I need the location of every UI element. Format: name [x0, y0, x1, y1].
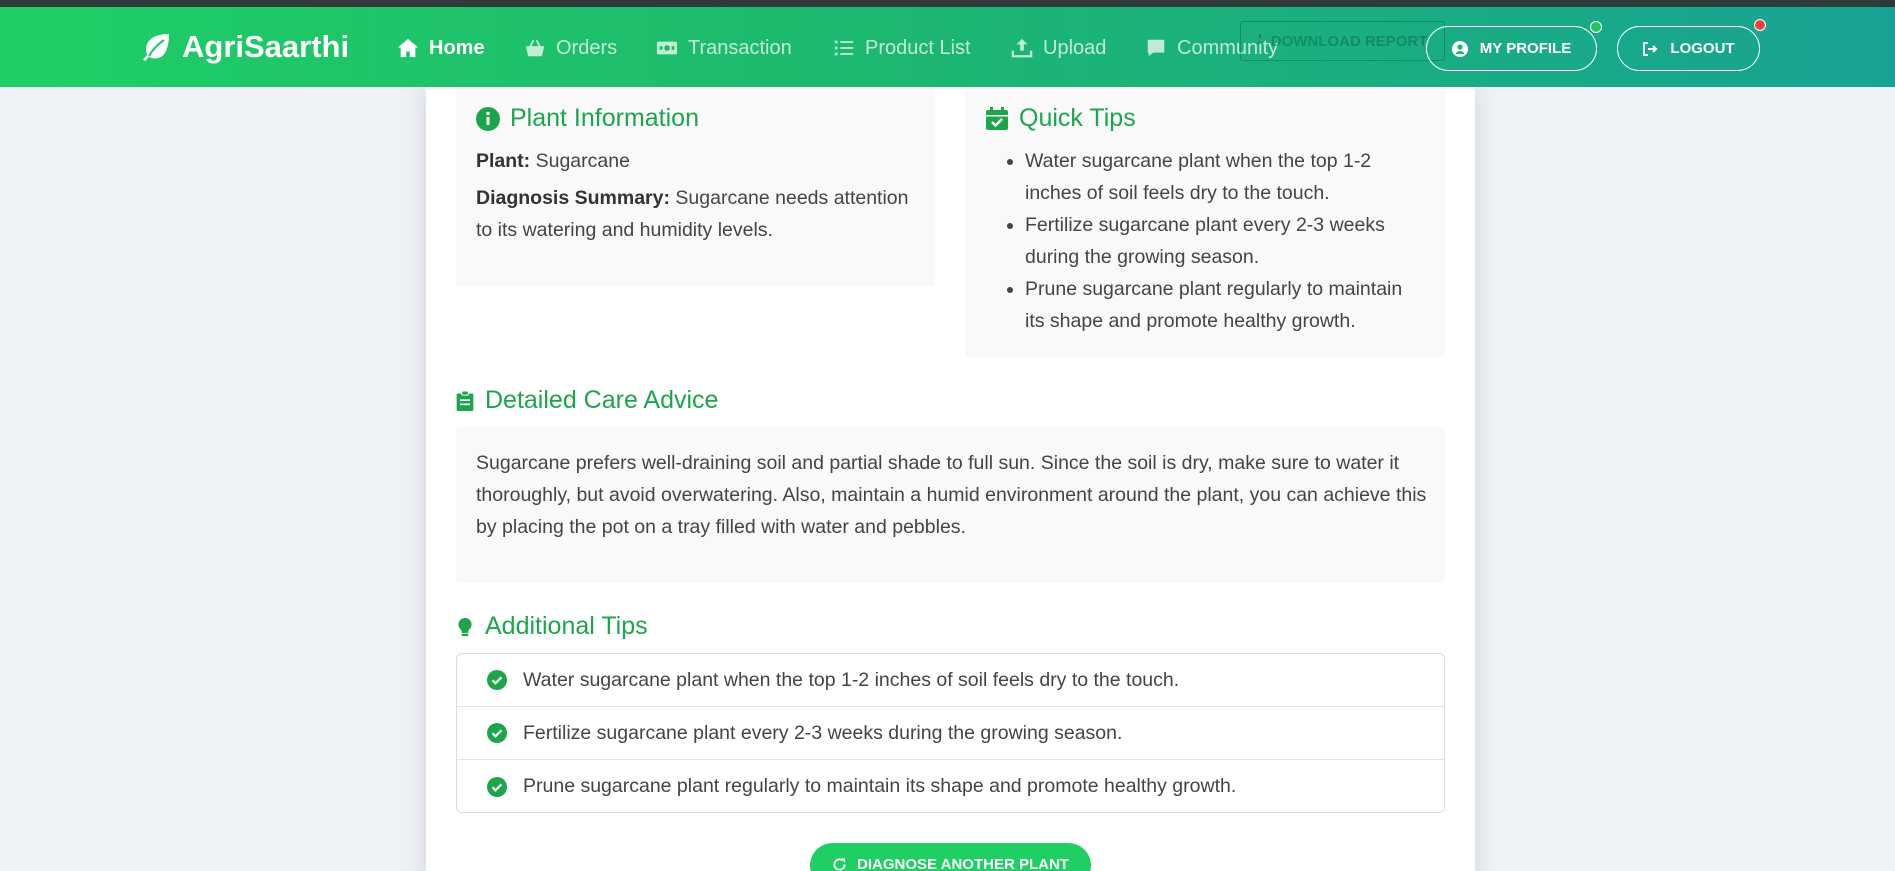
plant-info-title: Plant Information: [476, 104, 699, 133]
lightbulb-icon: [458, 617, 472, 636]
nav-item-label: Home: [429, 36, 485, 59]
download-icon: ⭳: [1257, 30, 1263, 48]
diagnose-another-label: DIAGNOSE ANOTHER PLANT: [857, 856, 1069, 871]
plant-label: Plant:: [476, 150, 531, 172]
tip-text: Fertilize sugarcane plant every 2-3 week…: [523, 721, 1123, 744]
table-row: Water sugarcane plant when the top 1-2 i…: [457, 654, 1444, 707]
list-item: Water sugarcane plant when the top 1-2 i…: [1025, 145, 1425, 209]
refresh-icon: [833, 858, 846, 871]
logout-status-dot: [1754, 19, 1766, 31]
info-circle-icon: [476, 106, 500, 131]
table-row: Fertilize sugarcane plant every 2-3 week…: [457, 707, 1444, 760]
plant-value: Sugarcane: [535, 150, 630, 172]
list-item: Fertilize sugarcane plant every 2-3 week…: [1025, 209, 1425, 273]
calendar-check-icon: [986, 106, 1008, 130]
diagnose-another-button[interactable]: DIAGNOSE ANOTHER PLANT: [810, 843, 1091, 871]
nav-item-label: Transaction: [688, 36, 792, 59]
leaf-icon: [143, 34, 169, 61]
brand-logo[interactable]: AgriSaarthi: [140, 27, 349, 67]
logout-button[interactable]: LOGOUT: [1617, 26, 1760, 71]
summary-label: Diagnosis Summary:: [476, 187, 670, 209]
nav-item-label: Upload: [1043, 36, 1107, 59]
basket-icon: [525, 39, 545, 57]
nav-item-upload[interactable]: Upload: [1011, 33, 1106, 63]
tip-text: Prune sugarcane plant regularly to maint…: [523, 775, 1237, 797]
diagnosis-summary: Diagnosis Summary: Sugarcane needs atten…: [476, 182, 926, 246]
quick-tips-title-text: Quick Tips: [1019, 104, 1136, 132]
care-advice-title-text: Detailed Care Advice: [485, 386, 719, 414]
tip-text: Water sugarcane plant when the top 1-2 i…: [523, 668, 1180, 691]
user-circle-icon: [1451, 40, 1468, 57]
logout-label: LOGOUT: [1670, 40, 1735, 57]
plant-info-title-text: Plant Information: [510, 104, 699, 132]
table-row: Prune sugarcane plant regularly to maint…: [457, 760, 1444, 813]
my-profile-label: MY PROFILE: [1479, 40, 1572, 57]
comment-icon: [1147, 39, 1165, 57]
care-advice-title: Detailed Care Advice: [455, 386, 718, 415]
profile-status-dot: [1590, 21, 1602, 33]
nav-item-transaction[interactable]: Transaction: [656, 33, 792, 63]
my-profile-button[interactable]: MY PROFILE: [1426, 26, 1597, 71]
check-circle-icon: [487, 670, 507, 690]
quick-tips-list: Water sugarcane plant when the top 1-2 i…: [1025, 145, 1425, 337]
list-item: Prune sugarcane plant regularly to maint…: [1025, 273, 1425, 337]
nav-item-orders[interactable]: Orders: [524, 33, 617, 63]
additional-tips-list: Water sugarcane plant when the top 1-2 i…: [456, 653, 1445, 813]
brand-name: AgriSaarthi: [182, 29, 350, 64]
nav-item-label: Orders: [556, 36, 618, 59]
money-bill-icon: [656, 41, 678, 55]
additional-tips-title-text: Additional Tips: [485, 612, 648, 640]
upload-icon: [1011, 38, 1033, 58]
check-circle-icon: [487, 776, 507, 797]
clipboard-icon: [456, 390, 474, 411]
nav-item-label: Product List: [865, 36, 971, 59]
nav-item-home[interactable]: Home: [397, 33, 485, 63]
download-report-label: DOWNLOAD REPORT: [1270, 32, 1428, 50]
list-icon: [834, 40, 854, 56]
check-circle-icon: [487, 723, 507, 743]
home-icon: [397, 38, 419, 58]
additional-tips-title: Additional Tips: [455, 612, 648, 641]
download-report-button[interactable]: ⭳ DOWNLOAD REPORT: [1240, 21, 1445, 61]
logout-icon: [1643, 41, 1658, 56]
navbar: AgriSaarthi Home Orders Transaction Prod…: [0, 7, 1895, 87]
nav-item-product-list[interactable]: Product List: [833, 33, 971, 63]
top-strip: [0, 0, 1895, 7]
quick-tips-title: Quick Tips: [985, 104, 1136, 133]
plant-name-line: Plant: Sugarcane: [476, 145, 926, 177]
care-advice-text: Sugarcane prefers well-draining soil and…: [476, 452, 1427, 538]
